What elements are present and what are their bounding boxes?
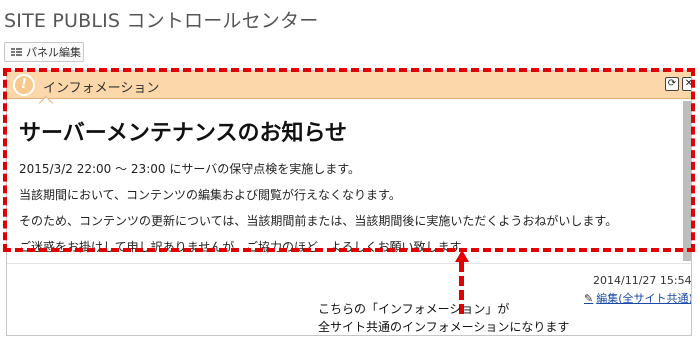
notice-line: ご迷惑をお掛けして申し訳ありませんが、ご協力のほど、よろしくお願い致します。: [19, 240, 473, 254]
widget-body: サーバーメンテナンスのお知らせ 2015/3/2 22:00 〜 23:00 に…: [19, 115, 675, 265]
widget-header: ! インフォメーション ⟳ ✕: [7, 71, 691, 99]
annotation-text: こちらの「インフォメーション」が 全サイト共通のインフォメーションになります: [318, 300, 569, 336]
panel-edit-button[interactable]: パネル編集: [4, 42, 84, 62]
widget-title: インフォメーション: [43, 81, 160, 96]
refresh-icon[interactable]: ⟳: [665, 77, 679, 91]
notice-line: そのため、コンテンツの更新については、当該期間前または、当該期間後に実施いただく…: [19, 214, 618, 228]
pencil-icon: ✎: [584, 291, 594, 305]
notice-line: 当該期間において、コンテンツの編集および閲覧が行えなくなります。: [19, 188, 401, 202]
updated-timestamp: 2014/11/27 15:54: [593, 274, 692, 287]
page-title: SITE PUBLIS コントロールセンター: [4, 10, 319, 32]
edit-link[interactable]: ✎ 編集(全サイト共通): [584, 290, 691, 306]
information-widget: ! インフォメーション ⟳ ✕ サーバーメンテナンスのお知らせ 2015/3/2…: [6, 70, 692, 336]
annotation-line: こちらの「インフォメーション」が: [318, 302, 510, 316]
footer-divider: [7, 263, 691, 264]
panel-edit-label: パネル編集: [26, 46, 81, 59]
annotation-arrow-head: [455, 250, 469, 262]
scrollbar[interactable]: [683, 101, 691, 261]
notice-headline: サーバーメンテナンスのお知らせ: [19, 121, 348, 146]
close-icon[interactable]: ✕: [682, 77, 691, 91]
info-icon: !: [13, 74, 35, 96]
grid-icon: [11, 48, 22, 56]
edit-link-label[interactable]: 編集(全サイト共通): [596, 290, 691, 306]
annotation-line: 全サイト共通のインフォメーションになります: [318, 320, 570, 334]
notice-line: 2015/3/2 22:00 〜 23:00 にサーバの保守点検を実施します。: [19, 162, 360, 176]
